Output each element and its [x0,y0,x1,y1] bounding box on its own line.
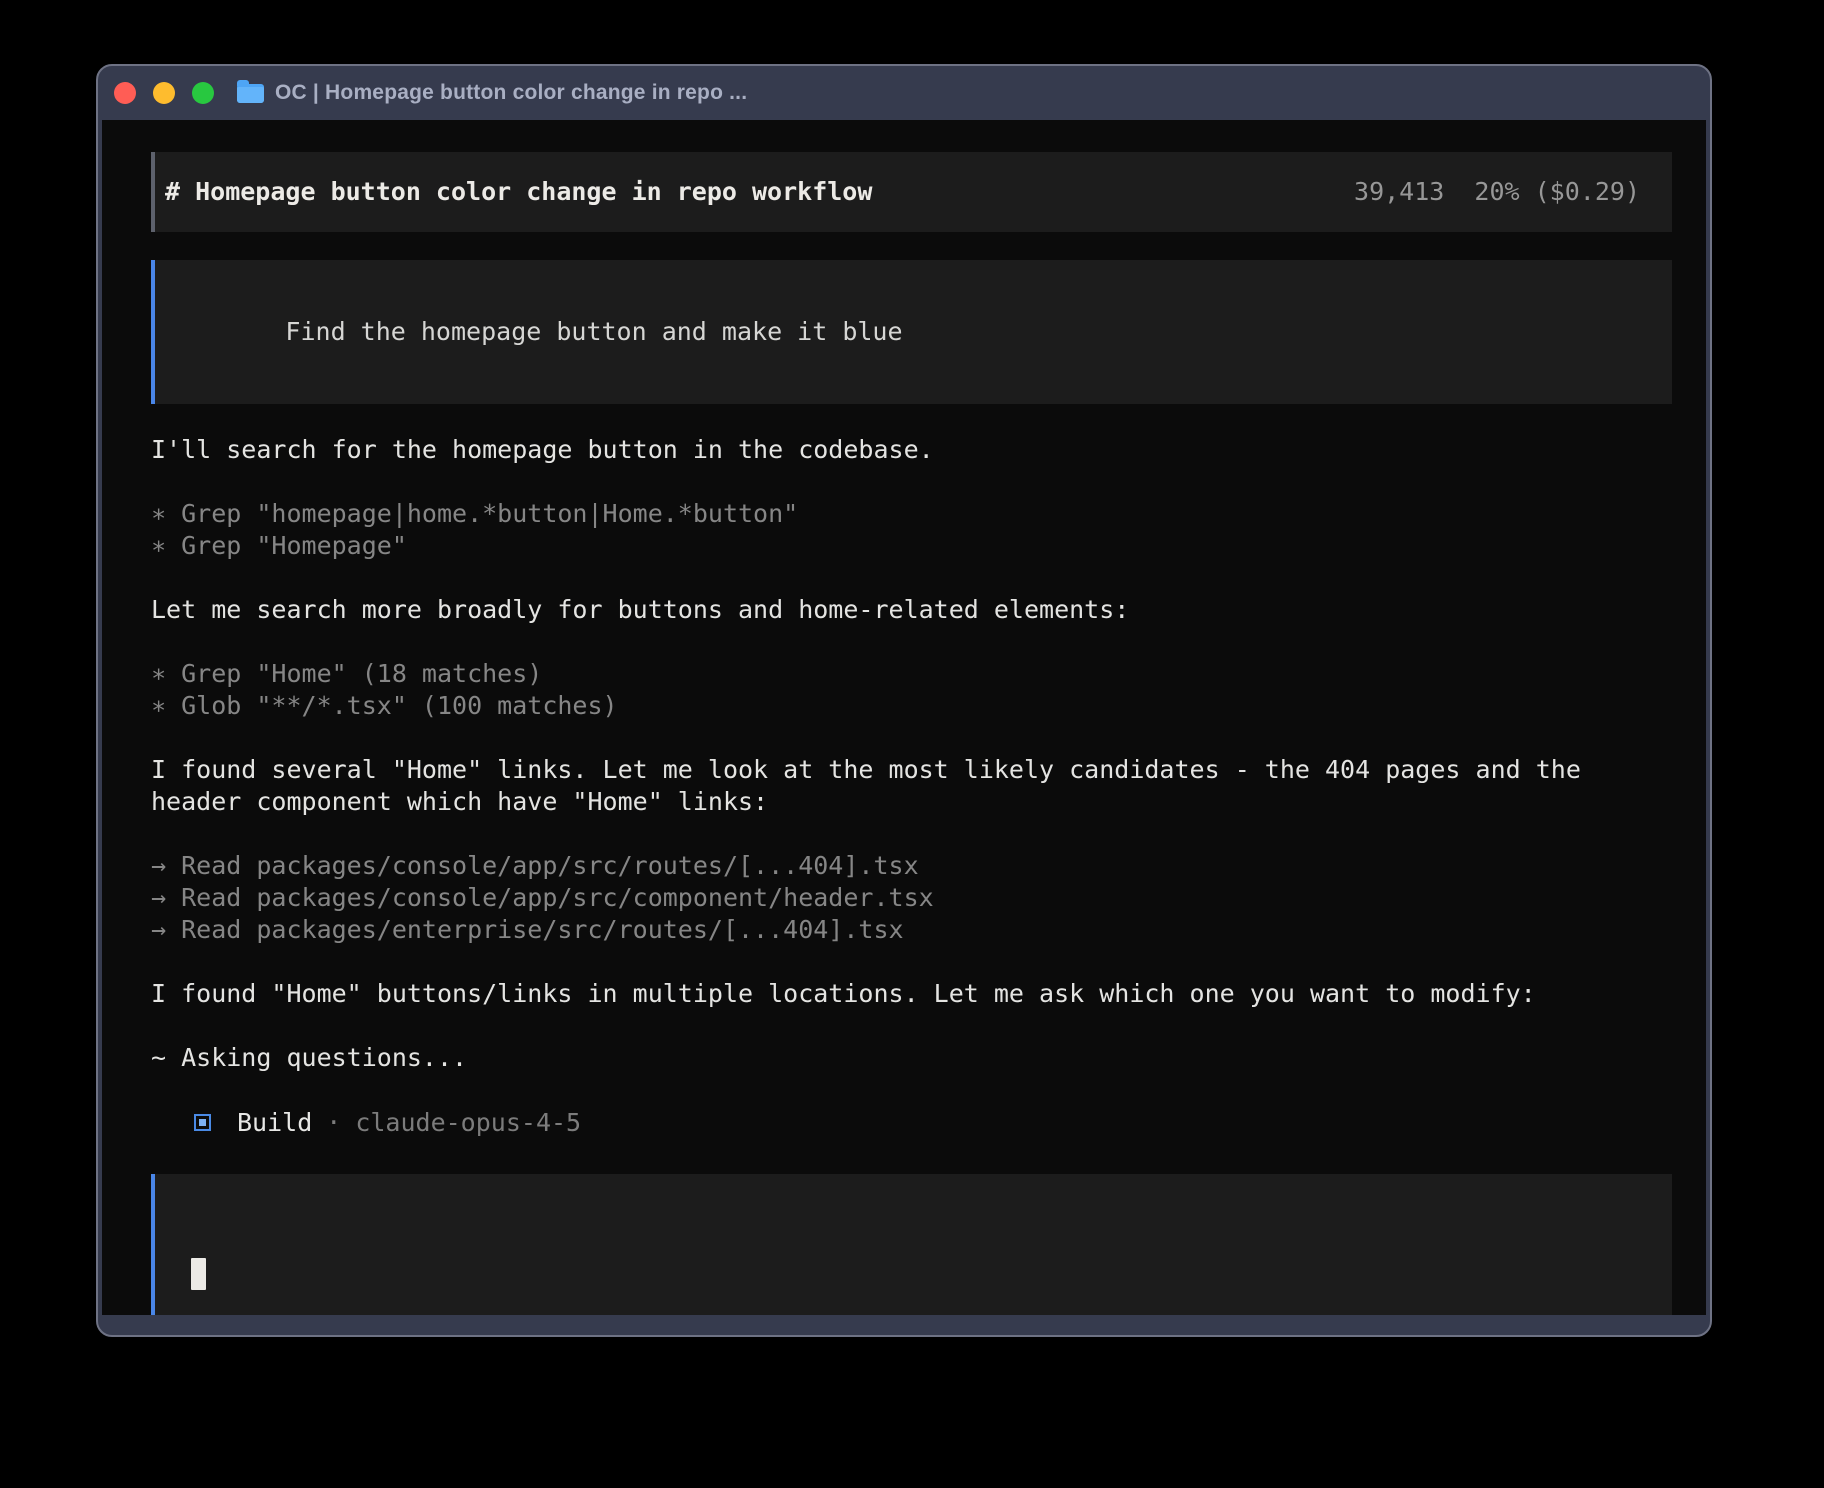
user-message-text: Find the homepage button and make it blu… [285,317,902,346]
terminal-window: OC | Homepage button color change in rep… [96,64,1712,1337]
transcript-line-tool: ∗ Glob "**/*.tsx" (100 matches) [151,690,1672,722]
transcript-line-tool: ∗ Grep "Home" (18 matches) [151,658,1672,690]
minimize-button[interactable] [153,82,175,104]
build-agent-icon [194,1114,211,1131]
session-title: # Homepage button color change in repo w… [165,176,872,208]
agent-status-name: Build [237,1108,312,1137]
transcript-line-tool: → Read packages/console/app/src/componen… [151,882,1672,914]
traffic-lights [114,82,231,104]
transcript-line-blank [151,1074,1672,1106]
agent-status-row: Build · claude-opus-4-5 [151,1106,1672,1138]
transcript-line-tool: ∗ Grep "Homepage" [151,530,1672,562]
transcript-line-text: I found "Home" buttons/links in multiple… [151,978,1672,1010]
close-button[interactable] [114,82,136,104]
terminal-content: # Homepage button color change in repo w… [102,120,1706,1315]
text-cursor [191,1258,206,1290]
transcript-line-tool: → Read packages/console/app/src/routes/[… [151,850,1672,882]
transcript-line-text: ~ Asking questions... [151,1042,1672,1074]
transcript-line-text: I found several "Home" links. Let me loo… [151,754,1672,818]
agent-status-model: claude-opus-4-5 [355,1108,581,1137]
transcript-line-tool: ∗ Grep "homepage|home.*button|Home.*butt… [151,498,1672,530]
transcript-line-text: I'll search for the homepage button in t… [151,434,1672,466]
user-message: Find the homepage button and make it blu… [151,260,1672,404]
transcript: I'll search for the homepage button in t… [151,434,1672,1106]
folder-icon [237,84,264,103]
transcript-line-blank [151,1010,1672,1042]
transcript-line-blank [151,818,1672,850]
transcript-line-blank [151,722,1672,754]
transcript-line-text: Let me search more broadly for buttons a… [151,594,1672,626]
agent-status-separator: · [326,1108,341,1137]
window-footer-strip [98,1315,1710,1335]
transcript-line-blank [151,626,1672,658]
transcript-line-blank [151,946,1672,978]
window-title: OC | Homepage button color change in rep… [275,81,747,105]
session-header: # Homepage button color change in repo w… [151,152,1672,232]
session-token-stats: 39,413 20% ($0.29) [1354,176,1640,208]
transcript-line-blank [151,562,1672,594]
build-agent-icon-core [199,1119,206,1126]
transcript-line-blank [151,466,1672,498]
titlebar[interactable]: OC | Homepage button color change in rep… [98,66,1710,120]
transcript-line-tool: → Read packages/enterprise/src/routes/[.… [151,914,1672,946]
zoom-button[interactable] [192,82,214,104]
prompt-input[interactable]: Build Claude Opus 4.5 OpenCode Zen [151,1174,1672,1315]
